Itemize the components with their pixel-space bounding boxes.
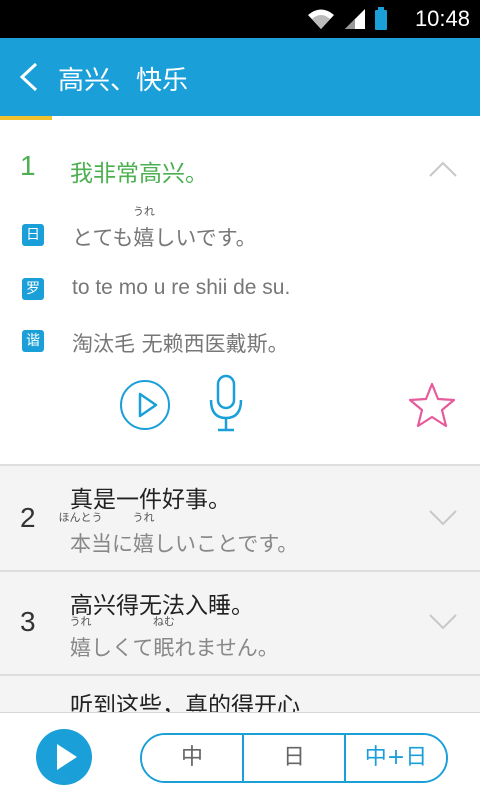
kanji-text: 嬉 [133, 532, 154, 556]
play-button[interactable] [120, 380, 170, 430]
kanji-with-ruby: うれ嬉 [133, 511, 155, 558]
homophone-tag: 谐 [22, 330, 44, 352]
app-bar: 高兴、快乐 [0, 38, 480, 116]
kanji-with-ruby: うれ嬉 [70, 615, 92, 662]
ruby-text: ほんとう [58, 511, 103, 524]
homophone-line: 淘汰毛 无赖西医戴斯。 [72, 332, 289, 356]
favorite-star-icon[interactable] [408, 382, 456, 428]
segment-chinese[interactable]: 中 [142, 735, 244, 781]
sentence-row[interactable]: 3 高兴得无法入睡。 うれ 嬉しくて ねむ 眠れません。 [0, 572, 480, 674]
status-icons [306, 7, 388, 31]
status-bar: 10:48 [0, 0, 480, 38]
page-title: 高兴、快乐 [58, 66, 189, 96]
sentence-number: 1 [20, 150, 36, 181]
sentence-card-expanded: 1 我非常高兴。 日 とても うれ 嬉しいです。 罗 to te mo u re s… [0, 120, 480, 465]
kanji-text: 本 [70, 532, 91, 556]
kanji-text: 眠 [153, 636, 175, 660]
kanji-with-ruby: ほんとう本 [59, 511, 103, 558]
kanji-with-ruby: うれ嬉 [133, 205, 155, 252]
japanese-text: に [112, 532, 133, 556]
sentence-japanese: うれ 嬉しくて ねむ 眠れません。 [70, 615, 279, 662]
battery-icon [375, 7, 387, 30]
kanji-text: 嬉 [70, 636, 91, 660]
chevron-down-icon[interactable] [428, 612, 458, 630]
ruby-text: ねむ [152, 615, 175, 628]
play-all-button[interactable] [36, 729, 92, 785]
bottom-bar: 中 日 中+日 [0, 712, 480, 800]
sentence-japanese: ほんとう 本当に うれ 嬉しいことです。 [59, 511, 299, 558]
signal-icon [345, 9, 365, 29]
sentence-number: 2 [20, 502, 36, 533]
japanese-text: れません。 [174, 636, 279, 660]
play-icon [138, 392, 158, 418]
play-icon [57, 744, 77, 770]
sentence-row[interactable]: 听到这些，真的得开心 [0, 676, 480, 712]
japanese-text: とても [72, 226, 134, 250]
sentence-chinese: 听到这些，真的得开心 [70, 693, 300, 712]
segment-both[interactable]: 中+日 [346, 735, 446, 781]
microphone-icon[interactable] [207, 374, 245, 436]
japanese-text: しいことです。 [154, 532, 299, 556]
japanese-text: しくて [91, 636, 154, 660]
japanese-line: とても うれ 嬉しいです。 [72, 205, 257, 252]
chevron-up-icon[interactable] [428, 160, 458, 178]
kanji-with-ruby: ねむ眠 [153, 615, 175, 662]
wifi-icon [308, 9, 334, 29]
sentence-number: 3 [20, 606, 36, 637]
segment-japanese[interactable]: 日 [244, 735, 346, 781]
ruby-text: うれ [132, 511, 155, 524]
japanese-text: 当 [91, 532, 112, 556]
status-time: 10:48 [414, 6, 470, 31]
kanji-text: 嬉 [133, 226, 155, 250]
japanese-tag: 日 [22, 224, 44, 246]
ruby-text: うれ [132, 205, 155, 218]
romaji-tag: 罗 [22, 278, 44, 300]
language-toggle: 中 日 中+日 [140, 733, 448, 783]
japanese-text: しいです。 [154, 226, 257, 250]
romaji-line: to te mo u re shii de su. [72, 276, 291, 299]
ruby-text: うれ [69, 615, 92, 628]
chevron-down-icon[interactable] [428, 508, 458, 526]
sentence-row[interactable]: 2 真是一件好事。 ほんとう 本当に うれ 嬉しいことです。 [0, 466, 480, 570]
back-arrow-icon[interactable] [14, 60, 44, 94]
audio-controls [0, 374, 480, 440]
sentence-chinese: 我非常高兴。 [70, 161, 208, 187]
